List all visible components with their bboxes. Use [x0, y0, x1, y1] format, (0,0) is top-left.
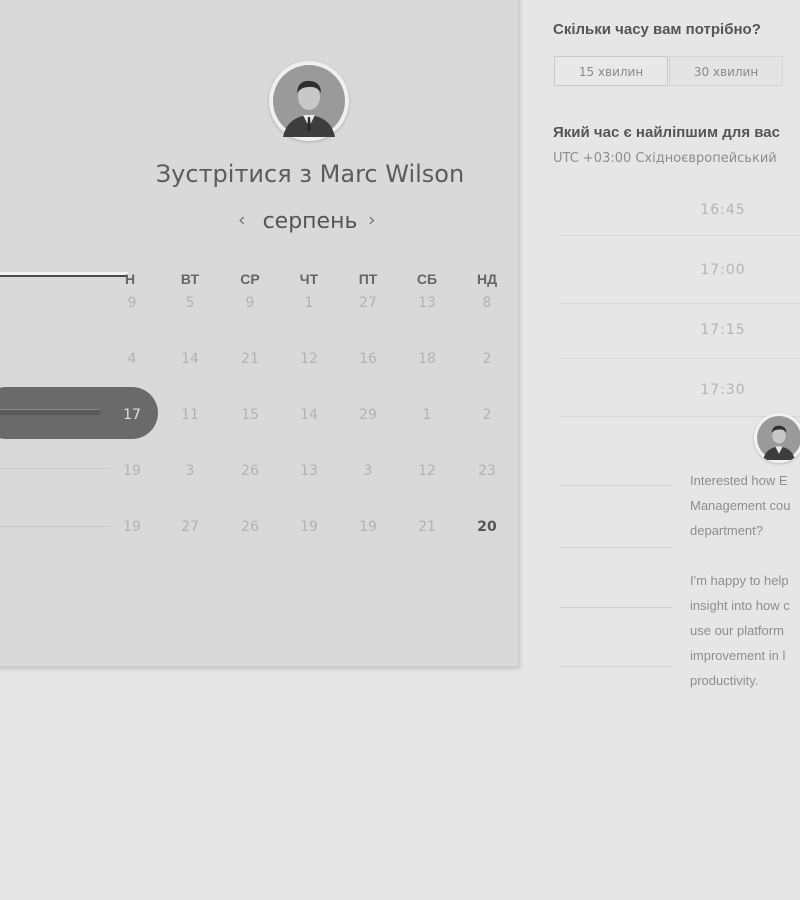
month-label: серпень	[262, 209, 358, 234]
duration-30-button[interactable]: 30 хвилин	[669, 56, 783, 86]
month-navigation: ‹ серпень ›	[180, 207, 438, 237]
calendar-card	[0, 0, 518, 666]
calendar-day[interactable]: 9	[112, 295, 152, 315]
weekday-label: ПТ	[358, 271, 378, 287]
slot-divider	[560, 235, 800, 236]
time-slot[interactable]: 16:45	[650, 202, 796, 218]
time-slot[interactable]: 17:00	[650, 262, 796, 278]
person-photo-icon	[273, 65, 345, 137]
calendar-day[interactable]: 23	[467, 463, 507, 483]
calendar-day[interactable]: 11	[170, 407, 210, 427]
weekday-label: СР	[240, 271, 260, 287]
calendar-day[interactable]: 27	[170, 519, 210, 539]
date-selector-bar[interactable]	[0, 272, 128, 277]
calendar-day[interactable]: 12	[289, 351, 329, 371]
calendar-day[interactable]: 19	[348, 519, 388, 539]
booking-page: Зустрітися з Marc Wilson ‹ серпень › Н ВТ…	[0, 0, 800, 900]
slot-divider	[560, 607, 672, 608]
time-slot[interactable]: 17:15	[650, 322, 796, 338]
chat-message-line: insight into how c	[690, 598, 790, 613]
calendar-day[interactable]: 1	[289, 295, 329, 315]
calendar-day[interactable]: 29	[348, 407, 388, 427]
weekday-label: ЧТ	[299, 271, 319, 287]
chat-message-line: I'm happy to help	[690, 573, 789, 588]
time-slot[interactable]: 17:30	[650, 382, 796, 398]
weekday-label: ВТ	[180, 271, 200, 287]
calendar-day[interactable]: 20	[467, 519, 507, 539]
calendar-day[interactable]: 19	[112, 463, 152, 483]
chat-message-line: use our platform	[690, 623, 784, 638]
person-photo-icon	[757, 416, 800, 460]
calendar-day[interactable]: 18	[407, 351, 447, 371]
calendar-day[interactable]: 21	[407, 519, 447, 539]
chat-message-line: Interested how E	[690, 473, 788, 488]
calendar-day[interactable]: 17	[112, 407, 152, 427]
calendar-day[interactable]: 9	[230, 295, 270, 315]
calendar-day[interactable]: 2	[467, 407, 507, 427]
next-month-chevron-icon[interactable]: ›	[368, 209, 376, 231]
calendar-day[interactable]: 27	[348, 295, 388, 315]
calendar-day[interactable]: 12	[407, 463, 447, 483]
chat-message-line: Management cou	[690, 498, 791, 513]
chat-message-line: department?	[690, 523, 763, 538]
meeting-title: Зустрітися з Marc Wilson	[155, 160, 465, 188]
calendar-day[interactable]: 19	[289, 519, 329, 539]
calendar-day[interactable]: 14	[289, 407, 329, 427]
calendar-day[interactable]: 15	[230, 407, 270, 427]
calendar-day[interactable]: 13	[407, 295, 447, 315]
calendar-day[interactable]: 26	[230, 463, 270, 483]
chat-avatar[interactable]	[754, 413, 800, 463]
calendar-day[interactable]: 13	[289, 463, 329, 483]
chat-message-line: improvement in l	[690, 648, 786, 663]
weekday-label: СБ	[416, 271, 438, 287]
calendar-day[interactable]: 19	[112, 519, 152, 539]
slot-divider	[560, 547, 672, 548]
weekday-label: НД	[476, 271, 498, 287]
row-divider	[0, 526, 110, 527]
time-question: Який час є найліпшим для вас	[553, 124, 780, 141]
weekday-label: Н	[124, 271, 136, 287]
slot-divider	[560, 303, 800, 304]
slot-divider	[560, 358, 800, 359]
duration-15-button[interactable]: 15 хвилин	[554, 56, 668, 86]
duration-question: Скільки часу вам потрібно?	[553, 21, 761, 38]
chat-message-line: productivity.	[690, 673, 759, 688]
host-avatar	[269, 61, 349, 141]
calendar-day[interactable]: 21	[230, 351, 270, 371]
row-divider	[0, 468, 110, 469]
calendar-day[interactable]: 16	[348, 351, 388, 371]
calendar-day[interactable]: 5	[170, 295, 210, 315]
calendar-day[interactable]: 4	[112, 351, 152, 371]
calendar-day[interactable]: 8	[467, 295, 507, 315]
slot-divider	[560, 666, 672, 667]
selected-week-track	[0, 409, 100, 415]
timezone-selector[interactable]: UTC +03:00 Східноєвропейський	[553, 151, 777, 166]
slot-divider	[560, 485, 672, 486]
calendar-day[interactable]: 2	[467, 351, 507, 371]
calendar-day[interactable]: 3	[348, 463, 388, 483]
calendar-day[interactable]: 14	[170, 351, 210, 371]
calendar-day[interactable]: 1	[407, 407, 447, 427]
calendar-day[interactable]: 3	[170, 463, 210, 483]
calendar-day[interactable]: 26	[230, 519, 270, 539]
